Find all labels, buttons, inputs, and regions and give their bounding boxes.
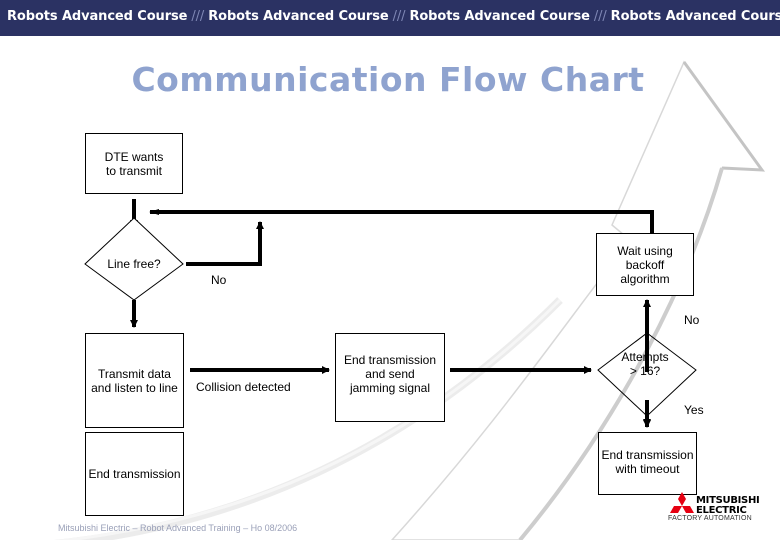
mitsubishi-electric-logo: MITSUBISHI ELECTRIC FACTORY AUTOMATION [668, 490, 780, 540]
node-end: End transmission [85, 432, 184, 516]
node-timeout-text: End transmission with timeout [601, 447, 694, 476]
node-start: DTE wants to transmit [85, 133, 183, 194]
footer-text: Mitsubishi Electric – Robot Advanced Tra… [58, 523, 298, 533]
node-start-text: DTE wants to transmit [104, 149, 164, 178]
arrow-backoff-to-line-free [149, 209, 654, 233]
edge-label-line-free-no: No [211, 273, 227, 287]
edge-label-attempts-yes: Yes [684, 403, 704, 417]
logo-tagline: FACTORY AUTOMATION [668, 515, 752, 522]
node-jam-text: End transmission and send jamming signal [343, 352, 437, 395]
node-end-text: End transmission [88, 467, 181, 481]
node-transmit: Transmit data and listen to line [85, 333, 184, 428]
node-line-free: Line free? [92, 256, 176, 272]
arrow-line-free-no [186, 221, 264, 266]
node-timeout: End transmission with timeout [598, 432, 697, 495]
node-transmit-text: Transmit data and listen to line [91, 366, 178, 395]
node-backoff-text: Wait using backoff algorithm [617, 243, 673, 286]
logo-name: MITSUBISHI ELECTRIC [696, 496, 760, 516]
node-backoff: Wait using backoff algorithm [596, 233, 694, 296]
node-line-free-text: Line free? [107, 257, 161, 271]
node-attempts-text: Attempts > 16? [621, 350, 669, 378]
edge-label-collision: Collision detected [196, 380, 291, 394]
node-jam: End transmission and send jamming signal [335, 333, 445, 422]
edge-label-attempts-no: No [684, 313, 700, 327]
node-attempts: Attempts > 16? [610, 348, 680, 380]
